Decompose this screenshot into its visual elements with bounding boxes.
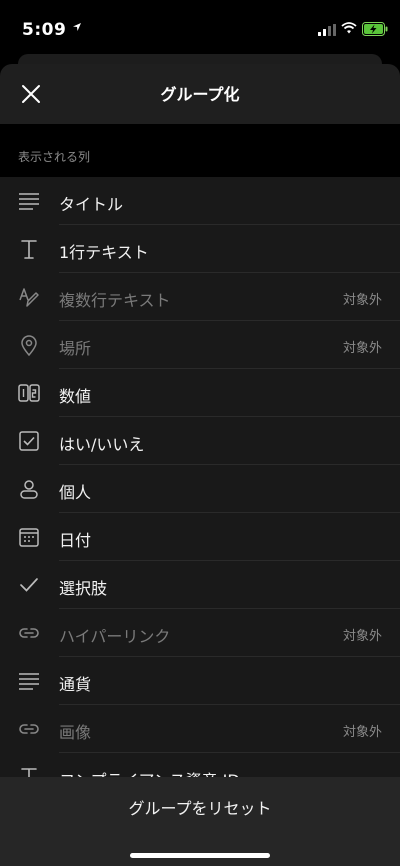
wifi-icon [341,22,357,34]
not-applicable-badge: 対象外 [342,341,382,356]
column-row[interactable]: タイトル [0,177,400,225]
column-row[interactable]: 1行テキスト [0,225,400,273]
column-label: 日付 [59,531,92,550]
reset-group-button[interactable]: グループをリセット [0,795,400,819]
link-icon [18,622,40,644]
sheet-header: グループ化 [0,64,400,124]
column-label: 1行テキスト [59,243,149,262]
column-label: コンプライアンス資産 ID [59,767,240,777]
column-row: 画像 対象外 [0,705,400,753]
multiline-text-icon [18,286,40,308]
column-row[interactable]: 選択肢 [0,561,400,609]
home-indicator [130,853,270,858]
column-label: 個人 [59,483,92,502]
calendar-icon [18,526,40,548]
not-applicable-badge: 対象外 [342,293,382,308]
group-by-sheet: グループ化 表示される列 タイトル 1行テキスト 複数行テキスト 対象外 場所 対象外 数値… [0,64,400,866]
column-row[interactable]: 数値 [0,369,400,417]
column-label: 画像 [59,723,92,742]
page-title: グループ化 [160,85,240,104]
column-row[interactable]: はい/いいえ [0,417,400,465]
column-label: ハイパーリンク [59,627,171,646]
column-row[interactable]: 通貨 [0,657,400,705]
column-row: 場所 対象外 [0,321,400,369]
not-applicable-badge: 対象外 [342,725,382,740]
location-arrow-icon [72,22,82,32]
location-pin-icon [18,334,40,356]
column-label: 通貨 [59,675,92,694]
column-label: タイトル [59,195,124,214]
signal-icon [318,24,336,36]
status-time: 5:09 [22,20,67,40]
battery-charging-icon [362,22,388,36]
number-icon [18,382,40,404]
column-label: はい/いいえ [59,435,145,454]
section-label: 表示される列 [18,150,91,164]
image-link-icon [18,718,40,740]
title-lines-icon [18,190,40,212]
column-label: 複数行テキスト [59,291,171,310]
column-row: ハイパーリンク 対象外 [0,609,400,657]
column-label: 選択肢 [59,579,108,598]
column-row[interactable]: 日付 [0,513,400,561]
column-row[interactable]: コンプライアンス資産 ID [0,753,400,777]
currency-lines-icon [18,670,40,692]
status-bar: 5:09 [0,0,400,56]
column-label: 数値 [59,387,92,406]
text-t-icon [18,238,40,260]
column-label: 場所 [59,339,92,358]
checkbox-icon [18,430,40,452]
checkmark-icon [18,574,40,596]
column-list: タイトル 1行テキスト 複数行テキスト 対象外 場所 対象外 数値 はい/いいえ 個人 日付 選択肢… [0,177,400,777]
person-icon [18,478,40,500]
column-row[interactable]: 個人 [0,465,400,513]
not-applicable-badge: 対象外 [342,629,382,644]
text-t-icon [18,766,40,777]
column-row: 複数行テキスト 対象外 [0,273,400,321]
